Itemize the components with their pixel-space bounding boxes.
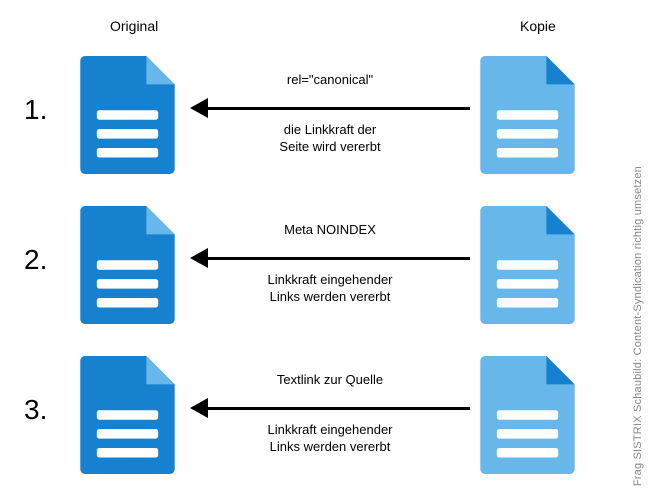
rows-group: 1. rel="canonical" die Linkkraft der Sei… [0,44,650,494]
row-number: 3. [24,394,47,426]
arrow-left-icon [190,404,470,412]
document-icon [480,356,575,474]
attribution-text: Frag SISTRIX Schaubild: Content-Syndicat… [632,166,644,486]
header-original: Original [110,18,158,34]
arrow-left-icon [190,254,470,262]
diagram-container: Original Kopie 1. rel="canonical" die Li… [0,0,650,500]
row-2: 2. Meta NOINDEX Linkkraft eingehender Li… [0,194,650,344]
document-icon [80,206,175,324]
row-number: 2. [24,244,47,276]
arrow-top-label: Meta NOINDEX [190,222,470,237]
arrow-bottom-label: Linkkraft eingehender Links werden verer… [190,422,470,456]
document-icon [80,56,175,174]
arrow-zone: Meta NOINDEX Linkkraft eingehender Links… [190,204,470,324]
header-kopie: Kopie [520,18,556,34]
document-icon [80,356,175,474]
arrow-zone: rel="canonical" die Linkkraft der Seite … [190,54,470,174]
row-number: 1. [24,94,47,126]
arrow-bottom-label: die Linkkraft der Seite wird vererbt [190,122,470,156]
arrow-zone: Textlink zur Quelle Linkkraft eingehende… [190,354,470,474]
arrow-top-label: rel="canonical" [190,72,470,87]
arrow-bottom-label: Linkkraft eingehender Links werden verer… [190,272,470,306]
row-3: 3. Textlink zur Quelle Linkkraft eingehe… [0,344,650,494]
document-icon [480,56,575,174]
arrow-left-icon [190,104,470,112]
document-icon [480,206,575,324]
row-1: 1. rel="canonical" die Linkkraft der Sei… [0,44,650,194]
arrow-top-label: Textlink zur Quelle [190,372,470,387]
